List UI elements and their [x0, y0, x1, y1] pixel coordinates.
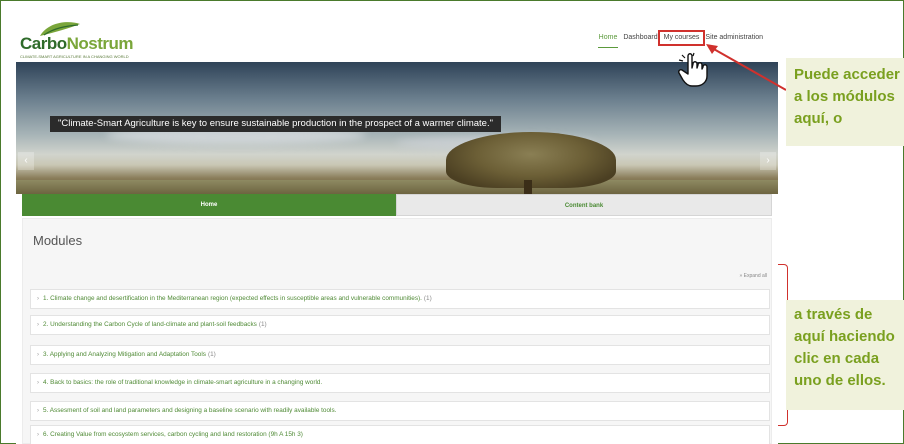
- red-arrow-icon: [706, 44, 787, 91]
- module-count: (1): [423, 295, 432, 302]
- module-item-6[interactable]: › 6. Creating Value from ecosystem servi…: [30, 425, 770, 444]
- callout-bottom: a través de aquí haciendo clic en cada u…: [786, 300, 904, 410]
- callout-bottom-text: a través de aquí haciendo clic en cada u…: [794, 304, 895, 392]
- nav-my-courses[interactable]: My courses: [657, 30, 706, 46]
- callout-line: aquí haciendo: [794, 328, 895, 345]
- chevron-right-icon: ›: [37, 408, 39, 414]
- tab-content-bank[interactable]: Content bank: [396, 194, 772, 216]
- module-item-3[interactable]: › 3. Applying and Analyzing Mitigation a…: [30, 345, 770, 365]
- module-title: 2. Understanding the Carbon Cycle of lan…: [43, 321, 257, 328]
- chevron-right-icon: ›: [37, 296, 39, 302]
- hero-tree-trunk: [524, 180, 532, 194]
- callout-top: Puede acceder a los módulos aquí, o: [786, 58, 904, 146]
- home-tabs: Home Content bank: [22, 194, 772, 216]
- site-logo[interactable]: CarboNostrum CLIMATE-SMART AGRICULTURE I…: [20, 20, 134, 60]
- logo-name-part2: Nostrum: [66, 34, 134, 53]
- callout-line: Puede acceder: [794, 66, 900, 83]
- module-item-4[interactable]: › 4. Back to basics: the role of traditi…: [30, 373, 770, 393]
- chevron-right-icon: ›: [37, 432, 39, 438]
- logo-wordmark: CarboNostrum: [20, 34, 134, 54]
- site-header: CarboNostrum CLIMATE-SMART AGRICULTURE I…: [16, 18, 778, 62]
- callout-top-text: Puede acceder a los módulos aquí, o: [794, 64, 900, 130]
- tab-home[interactable]: Home: [22, 194, 396, 216]
- pointing-hand-icon: [678, 52, 708, 87]
- hero-carousel: "Climate-Smart Agriculture is key to ens…: [16, 62, 778, 194]
- hero-quote: "Climate-Smart Agriculture is key to ens…: [50, 116, 501, 132]
- module-item-1[interactable]: › 1. Climate change and desertification …: [30, 289, 770, 309]
- logo-tagline: CLIMATE-SMART AGRICULTURE IN A CHANGING …: [20, 54, 129, 59]
- chevron-right-icon: ›: [37, 322, 39, 328]
- module-title: 4. Back to basics: the role of tradition…: [43, 379, 323, 386]
- module-count: (1): [207, 351, 216, 358]
- carousel-next-button[interactable]: ›: [760, 152, 776, 170]
- callout-line: a los módulos: [794, 88, 895, 105]
- moodle-site: CarboNostrum CLIMATE-SMART AGRICULTURE I…: [16, 18, 778, 444]
- nav-dashboard[interactable]: Dashboard: [620, 33, 660, 43]
- chevron-right-icon: ›: [37, 352, 39, 358]
- module-count: (1): [258, 321, 267, 328]
- callout-line: aquí, o: [794, 110, 843, 127]
- callout-line: clic en cada: [794, 350, 880, 367]
- callout-line: a través de: [794, 306, 873, 323]
- chevron-right-icon: ›: [37, 380, 39, 386]
- callout-line: uno de ellos.: [794, 372, 886, 389]
- module-title: 3. Applying and Analyzing Mitigation and…: [43, 351, 206, 358]
- expand-all-link[interactable]: » Expand all: [739, 273, 767, 279]
- nav-home[interactable]: Home: [596, 33, 621, 48]
- module-item-5[interactable]: › 5. Assesment of soil and land paramete…: [30, 401, 770, 421]
- module-title: 6. Creating Value from ecosystem service…: [43, 431, 303, 438]
- logo-name-part1: Carbo: [20, 34, 67, 53]
- module-title: 1. Climate change and desertification in…: [43, 295, 422, 302]
- module-item-2[interactable]: › 2. Understanding the Carbon Cycle of l…: [30, 315, 770, 335]
- modules-panel: Modules » Expand all › 1. Climate change…: [22, 218, 772, 444]
- module-title: 5. Assesment of soil and land parameters…: [43, 407, 337, 414]
- modules-heading: Modules: [33, 233, 83, 248]
- hero-ground: [16, 180, 778, 194]
- carousel-prev-button[interactable]: ‹: [18, 152, 34, 170]
